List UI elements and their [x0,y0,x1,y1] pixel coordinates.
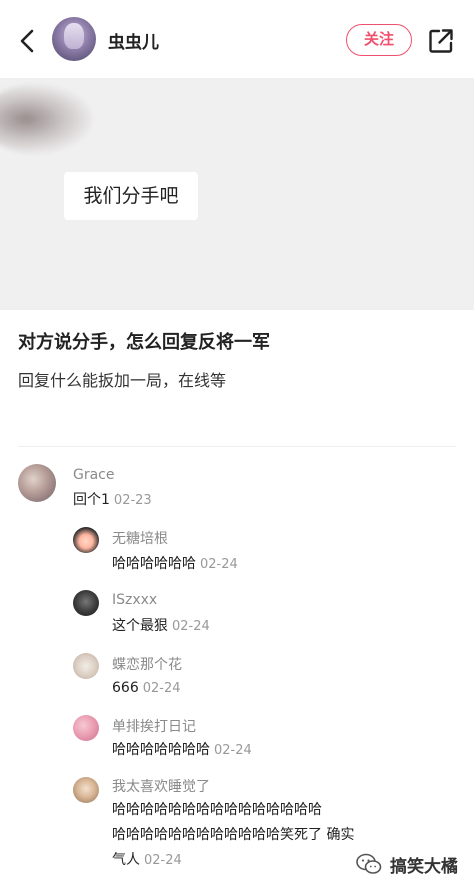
post-image[interactable]: 我们分手吧 [0,78,474,310]
commenter-name[interactable]: ISzxxx [112,592,157,608]
commenter-name[interactable]: 单排挨打日记 [112,716,196,736]
comment-text: 气人 [112,852,140,868]
comment-date: 02-24 [172,619,210,634]
comment-text-line[interactable]: 哈哈哈哈哈哈哈 02-24 [112,737,252,764]
watermark-text: 搞笑大橘 [390,857,458,877]
top-bar: 虫虫儿 关注 [0,0,474,78]
post-body: 回复什么能扳加一局，在线等 [18,371,227,390]
chat-bubble-text: 我们分手吧 [64,172,198,220]
post-title: 对方说分手，怎么回复反将一军 [18,332,270,353]
comment-text-line[interactable]: 666 02-24 [112,675,181,702]
commenter-avatar[interactable] [73,527,99,553]
comment-date: 02-24 [142,681,181,696]
comment-text: 哈哈哈哈哈哈 [112,556,196,572]
commenter-avatar[interactable] [73,653,99,679]
comment-date: 02-23 [113,493,152,508]
divider [18,446,456,447]
commenter-avatar[interactable] [73,590,99,616]
chevron-left-icon[interactable] [16,28,40,54]
comment-text-line[interactable]: 哈哈哈哈哈哈 02-24 [112,551,238,578]
comment-text: 这个最狠 [112,618,168,634]
comment-date: 02-24 [144,853,182,868]
commenter-name[interactable]: 蝶恋那个花 [112,654,182,674]
comment-text[interactable]: 哈哈哈哈哈哈哈哈哈哈哈哈哈哈哈 [112,797,322,823]
share-external-icon[interactable] [428,28,454,54]
commenter-avatar[interactable] [73,715,99,741]
commenter-name[interactable]: 我太喜欢睡觉了 [112,776,210,796]
comment-date: 02-24 [214,743,252,758]
commenter-name[interactable]: Grace [73,467,115,483]
image-blur-decoration [0,84,92,154]
comment-text-line[interactable]: 这个最狠 02-24 [112,613,210,640]
follow-button[interactable]: 关注 [346,24,412,56]
comment-text: 666 [112,680,139,696]
wechat-icon [356,853,382,874]
comment-text-line[interactable]: 气人 02-24 [112,847,182,874]
comment-text-line[interactable]: 回个1 02-23 [73,487,152,514]
author-username[interactable]: 虫虫儿 [108,28,159,53]
author-avatar[interactable] [52,17,96,61]
comment-text: 哈哈哈哈哈哈哈 [112,742,210,758]
comment-text: 回个1 [73,492,110,508]
comment-text[interactable]: 哈哈哈哈哈哈哈哈哈哈哈哈笑死了 确实 [112,822,354,848]
comment-date: 02-24 [200,557,238,572]
commenter-name[interactable]: 无糖培根 [112,528,168,548]
commenter-avatar[interactable] [18,464,56,502]
commenter-avatar[interactable] [73,777,99,803]
